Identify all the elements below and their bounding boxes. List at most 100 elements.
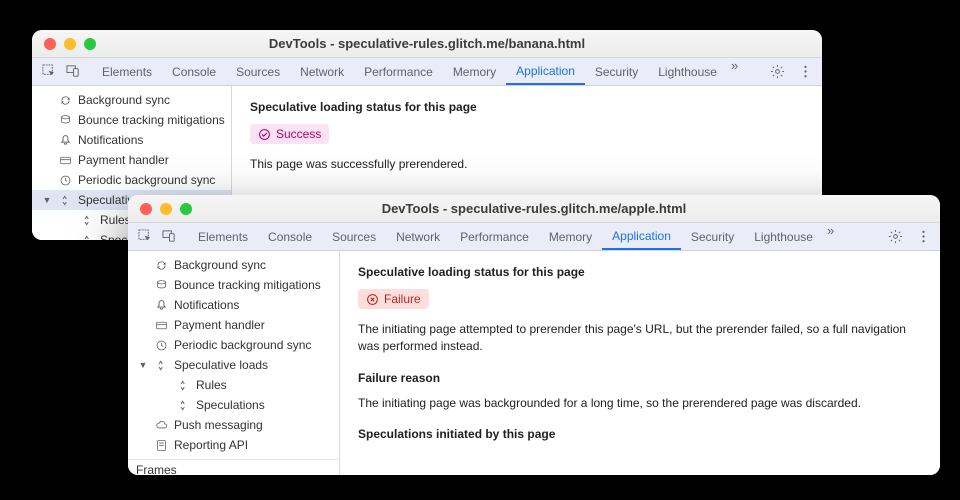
updown-icon xyxy=(176,378,190,392)
sidebar-item-label: Notifications xyxy=(174,298,239,312)
sidebar-item-label: Periodic background sync xyxy=(174,338,311,352)
sidebar-item-label: Notifications xyxy=(78,133,143,147)
tab-application[interactable]: Application xyxy=(506,58,585,85)
sidebar-item-periodic-sync[interactable]: Periodic background sync xyxy=(32,170,231,190)
status-heading: Speculative loading status for this page xyxy=(358,265,922,279)
clock-icon xyxy=(154,338,168,352)
tab-security[interactable]: Security xyxy=(585,58,648,85)
device-toggle-icon[interactable] xyxy=(62,61,84,83)
tab-network[interactable]: Network xyxy=(290,58,354,85)
sidebar-item-notifications[interactable]: Notifications xyxy=(128,295,339,315)
storage-icon xyxy=(58,113,72,127)
tab-application[interactable]: Application xyxy=(602,223,681,250)
tab-elements[interactable]: Elements xyxy=(92,58,162,85)
updown-icon xyxy=(80,233,94,240)
sidebar-item-periodic-sync[interactable]: Periodic background sync xyxy=(128,335,339,355)
devtools-window-apple: DevTools - speculative-rules.glitch.me/a… xyxy=(128,195,940,475)
status-description: The initiating page attempted to prerend… xyxy=(358,321,922,355)
sidebar-item-reporting-api[interactable]: Reporting API xyxy=(128,435,339,455)
updown-icon xyxy=(154,358,168,372)
panel-tabs: Elements Console Sources Network Perform… xyxy=(188,223,882,250)
kebab-menu-icon[interactable] xyxy=(794,61,816,83)
tab-lighthouse[interactable]: Lighthouse xyxy=(648,58,727,85)
updown-icon xyxy=(176,398,190,412)
sidebar-item-rules[interactable]: Rules xyxy=(128,375,339,395)
updown-icon xyxy=(58,193,72,207)
disclosure-triangle-icon[interactable]: ▼ xyxy=(42,195,52,205)
status-badge: Failure xyxy=(358,289,429,309)
sidebar-item-label: Speculations xyxy=(196,398,265,412)
tab-console[interactable]: Console xyxy=(162,58,226,85)
tab-elements[interactable]: Elements xyxy=(188,223,258,250)
sidebar-item-label: Rules xyxy=(100,213,131,227)
sidebar-item-speculations[interactable]: Speculations xyxy=(128,395,339,415)
inspect-icon[interactable] xyxy=(134,226,156,248)
card-icon xyxy=(58,153,72,167)
tab-sources[interactable]: Sources xyxy=(322,223,386,250)
kebab-menu-icon[interactable] xyxy=(912,226,934,248)
bell-icon xyxy=(154,298,168,312)
sidebar-item-bounce-tracking[interactable]: Bounce tracking mitigations xyxy=(32,110,231,130)
more-tabs-icon[interactable]: » xyxy=(727,58,742,85)
main-panel: Speculative loading status for this page… xyxy=(340,251,940,475)
cloud-icon xyxy=(154,418,168,432)
panel-tabs: Elements Console Sources Network Perform… xyxy=(92,58,764,85)
close-window-button[interactable] xyxy=(44,38,56,50)
disclosure-triangle-icon[interactable]: ▼ xyxy=(138,360,148,370)
sidebar-item-bounce-tracking[interactable]: Bounce tracking mitigations xyxy=(128,275,339,295)
status-text: Success xyxy=(276,127,321,141)
bell-icon xyxy=(58,133,72,147)
close-window-button[interactable] xyxy=(140,203,152,215)
minimize-window-button[interactable] xyxy=(64,38,76,50)
sidebar-item-payment-handler[interactable]: Payment handler xyxy=(32,150,231,170)
sidebar-item-label: Background sync xyxy=(78,93,170,107)
clock-icon xyxy=(58,173,72,187)
speculations-heading: Speculations initiated by this page xyxy=(358,427,922,441)
tab-lighthouse[interactable]: Lighthouse xyxy=(744,223,823,250)
sync-icon xyxy=(154,258,168,272)
updown-icon xyxy=(80,213,94,227)
sidebar-section-frames[interactable]: Frames xyxy=(128,459,339,475)
failure-reason-heading: Failure reason xyxy=(358,371,922,385)
sidebar-item-notifications[interactable]: Notifications xyxy=(32,130,231,150)
tab-memory[interactable]: Memory xyxy=(539,223,602,250)
tabbar: Elements Console Sources Network Perform… xyxy=(32,58,822,86)
failure-reason-text: The initiating page was backgrounded for… xyxy=(358,395,922,412)
report-icon xyxy=(154,438,168,452)
settings-icon[interactable] xyxy=(884,226,906,248)
status-badge: Success xyxy=(250,124,329,144)
tab-network[interactable]: Network xyxy=(386,223,450,250)
tab-performance[interactable]: Performance xyxy=(354,58,443,85)
zoom-window-button[interactable] xyxy=(180,203,192,215)
settings-icon[interactable] xyxy=(766,61,788,83)
sidebar-item-payment-handler[interactable]: Payment handler xyxy=(128,315,339,335)
sidebar-item-label: Background sync xyxy=(174,258,266,272)
sidebar-item-background-sync[interactable]: Background sync xyxy=(128,255,339,275)
zoom-window-button[interactable] xyxy=(84,38,96,50)
tabbar: Elements Console Sources Network Perform… xyxy=(128,223,940,251)
status-heading: Speculative loading status for this page xyxy=(250,100,804,114)
minimize-window-button[interactable] xyxy=(160,203,172,215)
sidebar-item-label: Bounce tracking mitigations xyxy=(174,278,321,292)
titlebar: DevTools - speculative-rules.glitch.me/a… xyxy=(128,195,940,223)
sidebar-item-speculative-loads[interactable]: ▼ Speculative loads xyxy=(128,355,339,375)
check-circle-icon xyxy=(258,128,271,141)
tab-performance[interactable]: Performance xyxy=(450,223,539,250)
tab-memory[interactable]: Memory xyxy=(443,58,506,85)
tab-security[interactable]: Security xyxy=(681,223,744,250)
sync-icon xyxy=(58,93,72,107)
x-circle-icon xyxy=(366,293,379,306)
sidebar-item-push-messaging[interactable]: Push messaging xyxy=(128,415,339,435)
status-description: This page was successfully prerendered. xyxy=(250,156,804,173)
tab-console[interactable]: Console xyxy=(258,223,322,250)
application-sidebar: Background sync Bounce tracking mitigati… xyxy=(128,251,340,475)
sidebar-item-label: Speculative loads xyxy=(174,358,268,372)
tab-sources[interactable]: Sources xyxy=(226,58,290,85)
more-tabs-icon[interactable]: » xyxy=(823,223,838,250)
sidebar-item-label: Reporting API xyxy=(174,438,248,452)
sidebar-item-label: Payment handler xyxy=(174,318,265,332)
sidebar-item-background-sync[interactable]: Background sync xyxy=(32,90,231,110)
inspect-icon[interactable] xyxy=(38,61,60,83)
device-toggle-icon[interactable] xyxy=(158,226,180,248)
sidebar-item-label: Bounce tracking mitigations xyxy=(78,113,225,127)
